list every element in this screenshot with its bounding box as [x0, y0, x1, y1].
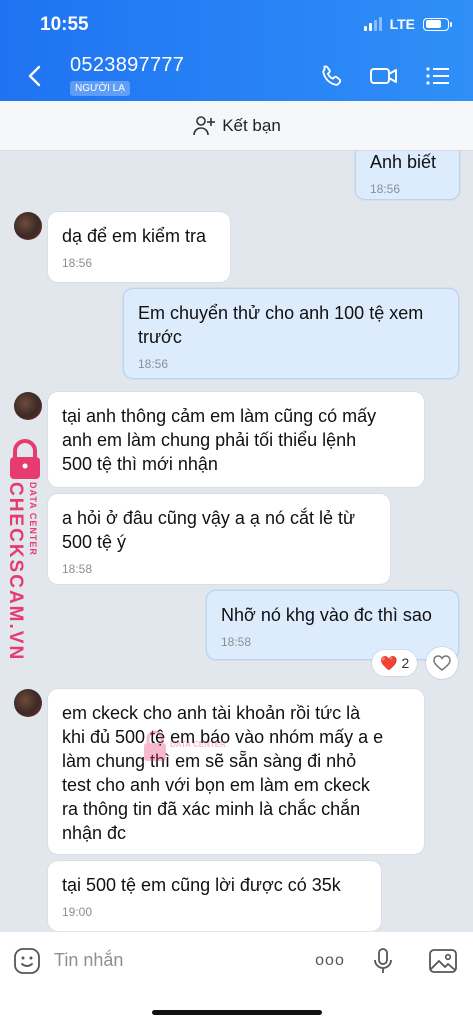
message-incoming[interactable]: a hỏi ở đâu cũng vậy a ạ nó cắt lẻ từ 50…: [48, 494, 390, 584]
message-time: 19:00: [62, 905, 93, 919]
message-text: Em chuyển thử cho anh 100 tệ xem: [138, 303, 424, 323]
message-text: 500 tệ ý: [62, 532, 127, 552]
signal-icon: [363, 17, 382, 31]
message-list[interactable]: Anh biết 18:56 dạ để em kiểm tra 18:56 E…: [0, 151, 473, 931]
reaction-number: 2: [401, 655, 410, 671]
message-incoming[interactable]: tại anh thông cảm em làm cũng có mấy anh…: [48, 392, 424, 487]
phone-icon: [322, 65, 342, 86]
message-text: 500 tệ thì mới nhận: [62, 454, 218, 474]
reaction-count[interactable]: ❤️ 2: [372, 650, 418, 676]
header-bar: 10:55 LTE 0523897777 NGƯỜI LẠ: [0, 0, 473, 101]
message-time: 18:58: [62, 562, 93, 576]
add-user-icon: [193, 115, 216, 135]
video-call-button[interactable]: [369, 62, 399, 90]
sticker-button[interactable]: [12, 946, 42, 976]
add-friend-label: Kết bạn: [222, 115, 281, 135]
watermark-center-sub: DATA CENTER: [170, 740, 226, 749]
message-time: 18:56: [138, 357, 169, 371]
home-indicator: [152, 1010, 322, 1015]
avatar[interactable]: [14, 392, 42, 420]
watermark-sub: DATA CENTER: [28, 482, 38, 556]
message-text: tại 500 tệ em cũng lời được có 35k: [62, 875, 341, 895]
message-text: test cho anh với bọn em làm em ckeck: [62, 775, 370, 795]
message-time: 18:56: [370, 182, 401, 196]
status-indicators: LTE: [363, 16, 452, 32]
more-options-button[interactable]: ooo: [314, 946, 346, 976]
emoji-icon: [14, 948, 40, 974]
message-incoming[interactable]: em ckeck cho anh tài khoản rồi tức là kh…: [48, 689, 424, 854]
back-button[interactable]: [20, 62, 48, 90]
avatar[interactable]: [14, 212, 42, 240]
watermark-center: DATA CENTER: [140, 730, 226, 771]
heart-outline-icon: [433, 655, 451, 671]
chevron-left-icon: [28, 65, 41, 87]
message-text: Nhỡ nó khg vào đc thì sao: [221, 605, 432, 625]
contact-name[interactable]: 0523897777: [70, 54, 184, 77]
video-icon: [370, 68, 397, 84]
message-text: a hỏi ở đâu cũng vậy a ạ nó cắt lẻ từ: [62, 508, 356, 528]
avatar[interactable]: [14, 689, 42, 717]
message-text: em ckeck cho anh tài khoản rồi tức là: [62, 703, 361, 723]
watermark-center-lock-icon: [144, 730, 166, 761]
message-outgoing[interactable]: Em chuyển thử cho anh 100 tệ xem trước 1…: [123, 288, 459, 379]
message-text: dạ để em kiểm tra: [62, 226, 207, 246]
battery-icon: [423, 17, 452, 31]
message-outgoing[interactable]: Anh biết 18:56: [355, 151, 460, 200]
message-time: 18:56: [62, 256, 93, 270]
message-text: trước: [138, 327, 182, 347]
message-text: Anh biết: [370, 152, 437, 172]
image-icon: [429, 949, 457, 973]
call-button[interactable]: [317, 62, 347, 90]
message-text: ra thông tin đã xác minh là chắc chắn: [62, 799, 361, 819]
message-text: nhận đc: [62, 823, 127, 843]
add-friend-bar[interactable]: Kết bạn: [0, 101, 473, 151]
message-text: anh em làm chung phải tối thiểu lệnh: [62, 430, 357, 450]
menu-button[interactable]: [423, 62, 453, 90]
microphone-icon: [374, 948, 392, 973]
message-text: làm chung thì em sẽ sẵn sàng đi nhỏ: [62, 751, 357, 771]
list-menu-icon: [426, 67, 449, 85]
status-time: 10:55: [40, 14, 89, 35]
message-input[interactable]: Tin nhắn: [54, 950, 123, 971]
voice-button[interactable]: [368, 946, 398, 976]
message-outgoing[interactable]: Nhỡ nó khg vào đc thì sao 18:58: [206, 590, 459, 660]
react-button[interactable]: [426, 647, 458, 679]
message-time: 18:58: [221, 635, 252, 649]
stranger-badge: NGƯỜI LẠ: [70, 81, 130, 96]
image-button[interactable]: [428, 946, 458, 976]
message-incoming[interactable]: tại 500 tệ em cũng lời được có 35k 19:00: [48, 861, 381, 931]
message-incoming[interactable]: dạ để em kiểm tra 18:56: [48, 212, 230, 282]
network-type: LTE: [389, 16, 415, 32]
message-text: tại anh thông cảm em làm cũng có mấy: [62, 406, 377, 426]
heart-icon: ❤️: [380, 654, 398, 671]
watermark-brand: CHECKSCAM.VN: [5, 482, 26, 662]
